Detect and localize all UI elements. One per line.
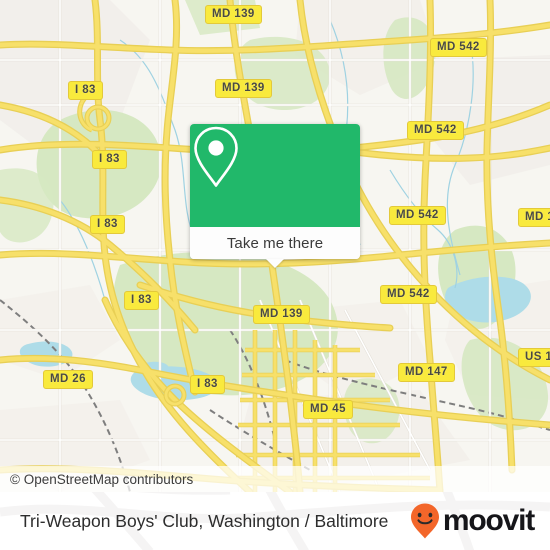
popup-icon-panel	[190, 124, 360, 227]
road-shield: MD 542	[389, 206, 446, 225]
road-shield: I 83	[92, 150, 127, 169]
moovit-brand[interactable]: moovit	[409, 492, 535, 550]
moovit-wordmark: moovit	[442, 504, 535, 537]
place-title: Tri-Weapon Boys' Club, Washington / Balt…	[20, 510, 389, 531]
moovit-smiley-pin-icon	[410, 503, 439, 539]
road-shield: MD 45	[303, 400, 353, 419]
map-canvas[interactable]: MD 139 MD 542 I 83 MD 139 MD 542 I 83 I 83 MD 5…	[0, 0, 550, 492]
popup-pointer	[266, 259, 284, 268]
attribution-text: © OpenStreetMap contributors	[10, 471, 194, 487]
road-shield: US 1	[518, 348, 550, 367]
road-shield: I 83	[90, 215, 125, 234]
footer-bar: Tri-Weapon Boys' Club, Washington / Balt…	[0, 492, 550, 550]
road-shield: I 83	[190, 375, 225, 394]
road-shield: MD 26	[43, 370, 93, 389]
road-shield: MD 14	[518, 208, 550, 227]
road-shield: MD 542	[380, 285, 437, 304]
road-shield: I 83	[124, 291, 159, 310]
road-shield: MD 147	[398, 363, 455, 382]
road-shield: MD 139	[253, 305, 310, 324]
road-shield: MD 139	[215, 79, 272, 98]
road-shield: MD 542	[430, 38, 487, 57]
take-me-there-label[interactable]: Take me there	[190, 227, 360, 259]
location-popup-card[interactable]: Take me there	[190, 124, 360, 268]
map-attribution: © OpenStreetMap contributors	[0, 466, 550, 492]
road-shield: I 83	[68, 81, 103, 100]
road-shield: MD 542	[407, 121, 464, 140]
road-shield: MD 139	[205, 5, 262, 24]
map-pin-icon	[194, 126, 238, 187]
moovit-map-screenshot: MD 139 MD 542 I 83 MD 139 MD 542 I 83 I 83 MD 5…	[0, 0, 550, 550]
